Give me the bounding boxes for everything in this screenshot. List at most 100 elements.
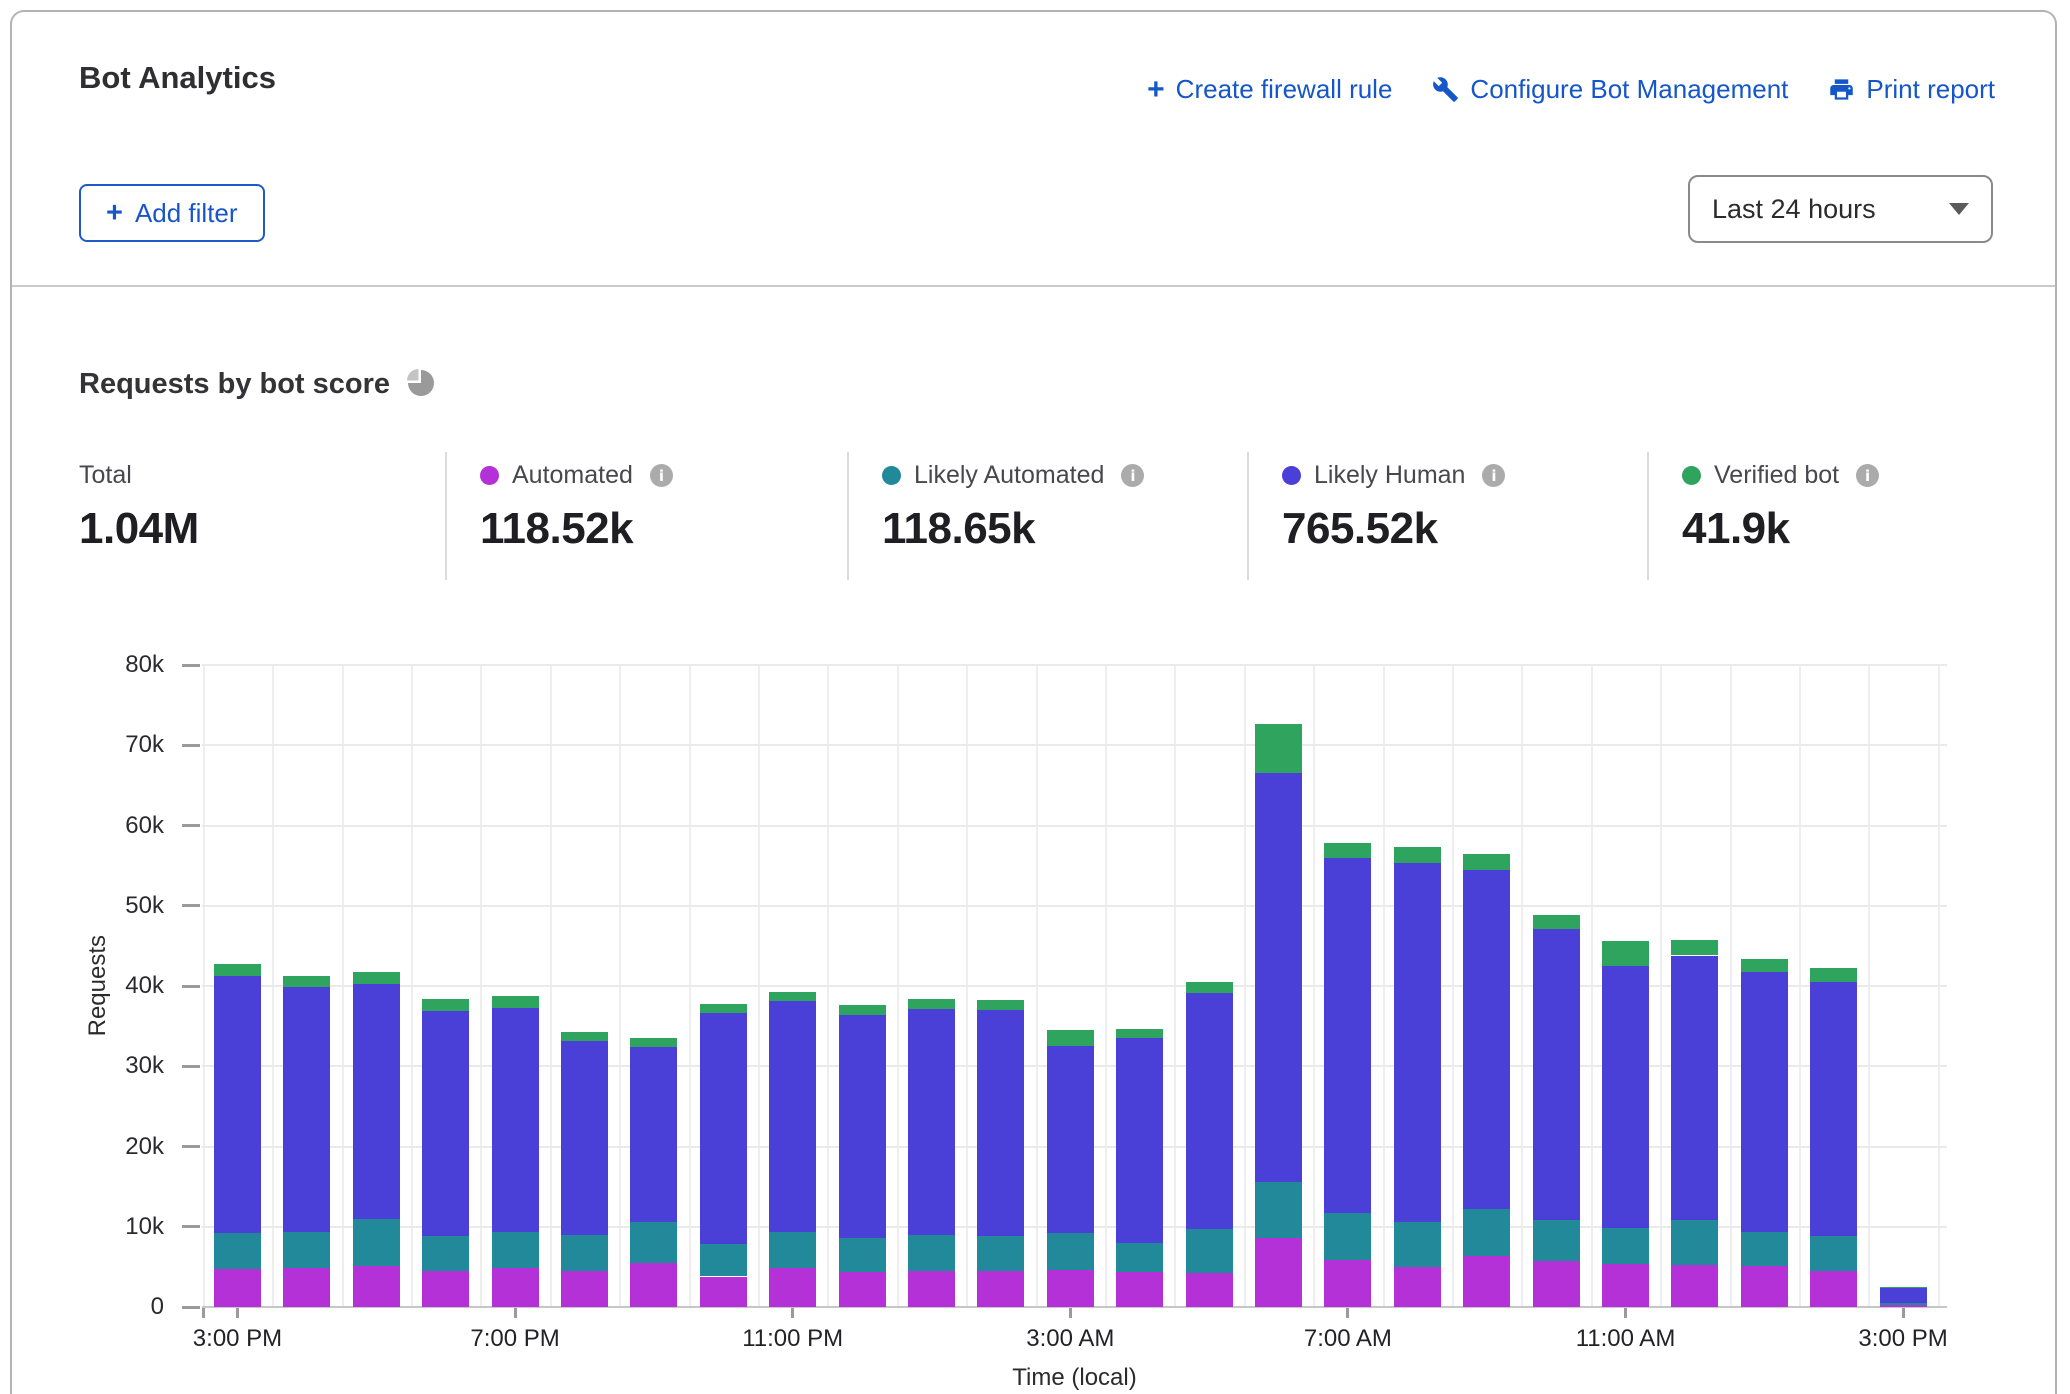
y-axis-tick	[182, 664, 200, 667]
bar-segment-likely-human	[1671, 956, 1718, 1220]
stat-label: Likely Human	[1314, 461, 1465, 490]
x-axis-tick	[1624, 1308, 1627, 1318]
bar-segment-likely-human	[1255, 773, 1302, 1181]
bar-segment-likely-automated	[353, 1219, 400, 1266]
bar-segment-automated	[769, 1268, 816, 1307]
stat-likely-automated: Likely Automated i 118.65k	[882, 452, 1144, 582]
y-axis-tick-label: 70k	[12, 731, 164, 759]
configure-bot-management-link[interactable]: Configure Bot Management	[1432, 74, 1788, 105]
section-title: Requests by bot score	[79, 368, 390, 401]
gridline-horizontal	[202, 744, 1947, 746]
bar-segment-likely-automated	[1255, 1182, 1302, 1238]
legend-dot-likely-automated	[882, 466, 901, 485]
y-axis-tick-label: 20k	[12, 1133, 164, 1161]
print-report-link[interactable]: Print report	[1828, 74, 1995, 105]
bar-segment-likely-human	[700, 1013, 747, 1243]
x-axis-tick-label: 11:00 PM	[703, 1325, 883, 1353]
y-axis-tick	[182, 744, 200, 747]
info-icon[interactable]: i	[1856, 464, 1879, 487]
add-filter-button[interactable]: + Add filter	[79, 184, 265, 242]
stat-likely-human: Likely Human i 765.52k	[1282, 452, 1505, 582]
x-axis-tick	[236, 1308, 239, 1318]
gridline-horizontal	[202, 664, 1947, 666]
bar-segment-automated	[1810, 1271, 1857, 1307]
bar-segment-verified-bot	[1047, 1030, 1094, 1046]
y-axis-tick	[182, 1065, 200, 1068]
bar-segment-automated	[561, 1271, 608, 1307]
bar-segment-automated	[839, 1272, 886, 1307]
legend-dot-verified-bot	[1682, 466, 1701, 485]
bar-segment-likely-automated	[977, 1236, 1024, 1271]
requests-stacked-bar-chart	[202, 665, 1947, 1307]
bar-segment-automated	[1255, 1238, 1302, 1307]
bar-segment-automated	[977, 1271, 1024, 1307]
bar-segment-likely-human	[1463, 870, 1510, 1209]
stat-value: 765.52k	[1282, 504, 1505, 554]
x-axis-tick	[1069, 1308, 1072, 1318]
configure-bot-management-label: Configure Bot Management	[1470, 74, 1788, 105]
bar-segment-likely-automated	[1394, 1222, 1441, 1267]
y-axis-tick-label: 10k	[12, 1213, 164, 1241]
stat-label: Automated	[512, 461, 633, 490]
time-range-value: Last 24 hours	[1712, 194, 1876, 225]
bar-segment-automated	[1463, 1256, 1510, 1307]
stat-divider	[445, 452, 447, 580]
bar-segment-verified-bot	[1602, 941, 1649, 966]
y-axis-tick-label: 30k	[12, 1052, 164, 1080]
bar-segment-likely-human	[1741, 972, 1788, 1232]
bar-segment-likely-human	[1533, 929, 1580, 1220]
stat-automated: Automated i 118.52k	[480, 452, 673, 582]
bar-segment-likely-human	[561, 1041, 608, 1235]
bar-segment-verified-bot	[283, 976, 330, 986]
bar-segment-verified-bot	[422, 999, 469, 1011]
info-icon[interactable]: i	[650, 464, 673, 487]
bar-segment-likely-human	[214, 976, 261, 1234]
y-axis-tick	[182, 904, 200, 907]
bar-segment-likely-automated	[1186, 1229, 1233, 1273]
bar-segment-likely-automated	[214, 1233, 261, 1269]
bar-segment-likely-human	[839, 1015, 886, 1238]
header-actions: + Create firewall rule Configure Bot Man…	[1147, 74, 1995, 105]
bar-segment-likely-human	[1602, 966, 1649, 1228]
time-range-dropdown[interactable]: Last 24 hours	[1688, 175, 1993, 243]
x-axis-tick-label: 11:00 AM	[1536, 1325, 1716, 1353]
bar-segment-verified-bot	[492, 996, 539, 1008]
bar-segment-likely-automated	[700, 1244, 747, 1277]
create-firewall-rule-link[interactable]: + Create firewall rule	[1147, 74, 1392, 105]
bar-segment-automated	[1533, 1261, 1580, 1307]
stat-total: Total 1.04M	[79, 452, 199, 582]
bar-segment-likely-automated	[492, 1232, 539, 1268]
legend-dot-likely-human	[1282, 466, 1301, 485]
x-axis-tick	[514, 1308, 517, 1318]
info-icon[interactable]: i	[1121, 464, 1144, 487]
bar-segment-verified-bot	[977, 1000, 1024, 1010]
bar-segment-verified-bot	[1810, 968, 1857, 982]
y-axis-tick-label: 50k	[12, 892, 164, 920]
x-axis-tick-label: 3:00 AM	[980, 1325, 1160, 1353]
bar-segment-likely-human	[769, 1001, 816, 1232]
bar-segment-likely-human	[283, 987, 330, 1233]
bar-segment-likely-automated	[422, 1236, 469, 1271]
y-axis-tick	[182, 1306, 200, 1309]
gridline-horizontal	[202, 825, 1947, 827]
legend-dot-automated	[480, 466, 499, 485]
bar-segment-likely-human	[1394, 863, 1441, 1222]
bar-segment-verified-bot	[1880, 1287, 1927, 1288]
bar-segment-likely-automated	[1880, 1303, 1927, 1305]
bar-segment-likely-automated	[1047, 1233, 1094, 1270]
bar-segment-automated	[1880, 1305, 1927, 1307]
bar-segment-likely-automated	[839, 1238, 886, 1272]
bar-segment-likely-human	[1880, 1288, 1927, 1303]
bar-segment-likely-automated	[1533, 1220, 1580, 1261]
x-axis-tick	[202, 1308, 205, 1318]
plus-icon: +	[1147, 77, 1165, 103]
bar-segment-automated	[1671, 1265, 1718, 1307]
bar-segment-likely-human	[353, 984, 400, 1218]
bar-segment-automated	[1047, 1270, 1094, 1307]
bot-analytics-card: Bot Analytics + Create firewall rule Con…	[10, 10, 2057, 1394]
info-icon[interactable]: i	[1482, 464, 1505, 487]
bar-segment-verified-bot	[1394, 847, 1441, 863]
create-firewall-rule-label: Create firewall rule	[1176, 74, 1393, 105]
bar-segment-likely-automated	[1463, 1209, 1510, 1256]
stat-divider	[1647, 452, 1649, 580]
